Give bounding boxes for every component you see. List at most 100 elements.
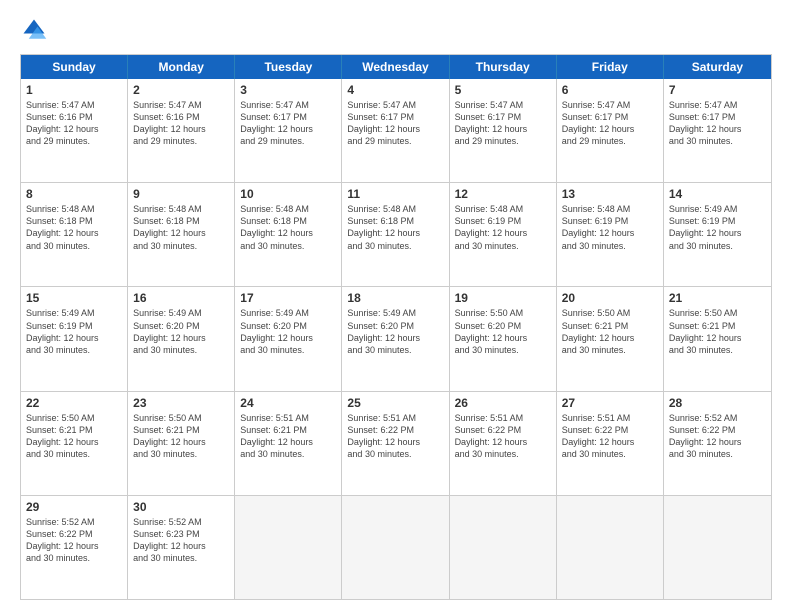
cal-cell: 11 Sunrise: 5:48 AM Sunset: 6:18 PM Dayli… — [342, 183, 449, 286]
calendar-body: 1 Sunrise: 5:47 AM Sunset: 6:16 PM Daylig… — [21, 79, 771, 599]
cal-cell: 10 Sunrise: 5:48 AM Sunset: 6:18 PM Dayli… — [235, 183, 342, 286]
day-number: 6 — [562, 83, 658, 97]
calendar: SundayMondayTuesdayWednesdayThursdayFrid… — [20, 54, 772, 600]
cal-cell: 8 Sunrise: 5:48 AM Sunset: 6:18 PM Daylig… — [21, 183, 128, 286]
day-info: Sunrise: 5:50 AM Sunset: 6:21 PM Dayligh… — [669, 307, 766, 356]
day-number: 24 — [240, 396, 336, 410]
header-day-monday: Monday — [128, 55, 235, 79]
cal-cell: 13 Sunrise: 5:48 AM Sunset: 6:19 PM Dayli… — [557, 183, 664, 286]
calendar-row-4: 29 Sunrise: 5:52 AM Sunset: 6:22 PM Dayli… — [21, 495, 771, 599]
day-info: Sunrise: 5:49 AM Sunset: 6:20 PM Dayligh… — [347, 307, 443, 356]
day-number: 17 — [240, 291, 336, 305]
cal-cell — [235, 496, 342, 599]
cal-cell: 20 Sunrise: 5:50 AM Sunset: 6:21 PM Dayli… — [557, 287, 664, 390]
header-day-wednesday: Wednesday — [342, 55, 449, 79]
day-number: 29 — [26, 500, 122, 514]
calendar-row-0: 1 Sunrise: 5:47 AM Sunset: 6:16 PM Daylig… — [21, 79, 771, 182]
day-info: Sunrise: 5:51 AM Sunset: 6:21 PM Dayligh… — [240, 412, 336, 461]
cal-cell: 27Sunrise: 5:51 AM Sunset: 6:22 PM Dayli… — [557, 392, 664, 495]
page: SundayMondayTuesdayWednesdayThursdayFrid… — [0, 0, 792, 612]
day-number: 2 — [133, 83, 229, 97]
day-info: Sunrise: 5:52 AM Sunset: 6:22 PM Dayligh… — [26, 516, 122, 565]
cal-cell: 29 Sunrise: 5:52 AM Sunset: 6:22 PM Dayli… — [21, 496, 128, 599]
day-number: 8 — [26, 187, 122, 201]
day-number: 14 — [669, 187, 766, 201]
day-info: Sunrise: 5:50 AM Sunset: 6:21 PM Dayligh… — [562, 307, 658, 356]
day-number: 13 — [562, 187, 658, 201]
cal-cell: 17 Sunrise: 5:49 AM Sunset: 6:20 PM Dayli… — [235, 287, 342, 390]
day-number: 5 — [455, 83, 551, 97]
day-info: Sunrise: 5:50 AM Sunset: 6:21 PM Dayligh… — [133, 412, 229, 461]
header-day-thursday: Thursday — [450, 55, 557, 79]
cal-cell: 21 Sunrise: 5:50 AM Sunset: 6:21 PM Dayli… — [664, 287, 771, 390]
cal-cell: 2 Sunrise: 5:47 AM Sunset: 6:16 PM Daylig… — [128, 79, 235, 182]
day-info: Sunrise: 5:49 AM Sunset: 6:20 PM Dayligh… — [133, 307, 229, 356]
day-info: Sunrise: 5:47 AM Sunset: 6:17 PM Dayligh… — [455, 99, 551, 148]
cal-cell: 16 Sunrise: 5:49 AM Sunset: 6:20 PM Dayli… — [128, 287, 235, 390]
day-number: 28 — [669, 396, 766, 410]
cal-cell: 19Sunrise: 5:50 AM Sunset: 6:20 PM Dayli… — [450, 287, 557, 390]
day-info: Sunrise: 5:48 AM Sunset: 6:18 PM Dayligh… — [347, 203, 443, 252]
day-info: Sunrise: 5:47 AM Sunset: 6:16 PM Dayligh… — [133, 99, 229, 148]
day-info: Sunrise: 5:52 AM Sunset: 6:23 PM Dayligh… — [133, 516, 229, 565]
day-info: Sunrise: 5:49 AM Sunset: 6:20 PM Dayligh… — [240, 307, 336, 356]
day-number: 1 — [26, 83, 122, 97]
day-number: 4 — [347, 83, 443, 97]
day-number: 7 — [669, 83, 766, 97]
cal-cell — [664, 496, 771, 599]
day-number: 21 — [669, 291, 766, 305]
day-number: 20 — [562, 291, 658, 305]
day-info: Sunrise: 5:47 AM Sunset: 6:17 PM Dayligh… — [240, 99, 336, 148]
day-info: Sunrise: 5:51 AM Sunset: 6:22 PM Dayligh… — [347, 412, 443, 461]
header-day-friday: Friday — [557, 55, 664, 79]
day-number: 16 — [133, 291, 229, 305]
day-info: Sunrise: 5:51 AM Sunset: 6:22 PM Dayligh… — [562, 412, 658, 461]
cal-cell: 9 Sunrise: 5:48 AM Sunset: 6:18 PM Daylig… — [128, 183, 235, 286]
calendar-row-2: 15 Sunrise: 5:49 AM Sunset: 6:19 PM Dayli… — [21, 286, 771, 390]
day-info: Sunrise: 5:48 AM Sunset: 6:18 PM Dayligh… — [133, 203, 229, 252]
day-number: 3 — [240, 83, 336, 97]
day-number: 30 — [133, 500, 229, 514]
calendar-row-3: 22 Sunrise: 5:50 AM Sunset: 6:21 PM Dayli… — [21, 391, 771, 495]
day-info: Sunrise: 5:47 AM Sunset: 6:16 PM Dayligh… — [26, 99, 122, 148]
cal-cell: 28 Sunrise: 5:52 AM Sunset: 6:22 PM Dayli… — [664, 392, 771, 495]
cal-cell: 26 Sunrise: 5:51 AM Sunset: 6:22 PM Dayli… — [450, 392, 557, 495]
header-day-saturday: Saturday — [664, 55, 771, 79]
day-number: 26 — [455, 396, 551, 410]
day-number: 18 — [347, 291, 443, 305]
cal-cell: 22 Sunrise: 5:50 AM Sunset: 6:21 PM Dayli… — [21, 392, 128, 495]
day-info: Sunrise: 5:48 AM Sunset: 6:18 PM Dayligh… — [26, 203, 122, 252]
day-number: 19 — [455, 291, 551, 305]
day-number: 10 — [240, 187, 336, 201]
cal-cell: 6Sunrise: 5:47 AM Sunset: 6:17 PM Daylig… — [557, 79, 664, 182]
day-number: 12 — [455, 187, 551, 201]
cal-cell: 30 Sunrise: 5:52 AM Sunset: 6:23 PM Dayli… — [128, 496, 235, 599]
day-info: Sunrise: 5:47 AM Sunset: 6:17 PM Dayligh… — [347, 99, 443, 148]
day-info: Sunrise: 5:48 AM Sunset: 6:19 PM Dayligh… — [562, 203, 658, 252]
day-number: 15 — [26, 291, 122, 305]
day-number: 9 — [133, 187, 229, 201]
cal-cell: 15 Sunrise: 5:49 AM Sunset: 6:19 PM Dayli… — [21, 287, 128, 390]
day-info: Sunrise: 5:48 AM Sunset: 6:18 PM Dayligh… — [240, 203, 336, 252]
cal-cell: 14 Sunrise: 5:49 AM Sunset: 6:19 PM Dayli… — [664, 183, 771, 286]
calendar-row-1: 8 Sunrise: 5:48 AM Sunset: 6:18 PM Daylig… — [21, 182, 771, 286]
cal-cell: 18 Sunrise: 5:49 AM Sunset: 6:20 PM Dayli… — [342, 287, 449, 390]
cal-cell: 1 Sunrise: 5:47 AM Sunset: 6:16 PM Daylig… — [21, 79, 128, 182]
day-info: Sunrise: 5:51 AM Sunset: 6:22 PM Dayligh… — [455, 412, 551, 461]
day-number: 11 — [347, 187, 443, 201]
day-info: Sunrise: 5:49 AM Sunset: 6:19 PM Dayligh… — [669, 203, 766, 252]
day-number: 25 — [347, 396, 443, 410]
cal-cell: 24 Sunrise: 5:51 AM Sunset: 6:21 PM Dayli… — [235, 392, 342, 495]
header-day-tuesday: Tuesday — [235, 55, 342, 79]
cal-cell: 23Sunrise: 5:50 AM Sunset: 6:21 PM Dayli… — [128, 392, 235, 495]
logo — [20, 16, 52, 44]
day-info: Sunrise: 5:49 AM Sunset: 6:19 PM Dayligh… — [26, 307, 122, 356]
day-number: 22 — [26, 396, 122, 410]
day-info: Sunrise: 5:50 AM Sunset: 6:21 PM Dayligh… — [26, 412, 122, 461]
cal-cell: 7Sunrise: 5:47 AM Sunset: 6:17 PM Daylig… — [664, 79, 771, 182]
logo-icon — [20, 16, 48, 44]
cal-cell — [557, 496, 664, 599]
cal-cell: 5 Sunrise: 5:47 AM Sunset: 6:17 PM Daylig… — [450, 79, 557, 182]
day-info: Sunrise: 5:52 AM Sunset: 6:22 PM Dayligh… — [669, 412, 766, 461]
header-day-sunday: Sunday — [21, 55, 128, 79]
